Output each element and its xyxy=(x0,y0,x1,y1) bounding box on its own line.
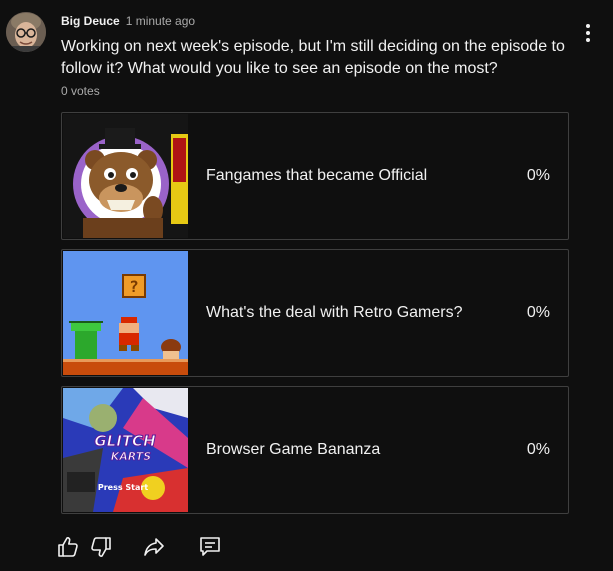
poll-option-3[interactable]: GLITCH KARTS Press Start Browser Game Ba… xyxy=(61,386,569,514)
poll-option-2[interactable]: ? What's the deal with Retro Gamers? 0% xyxy=(61,249,569,377)
poll-option-percent: 0% xyxy=(526,441,550,458)
avatar[interactable] xyxy=(6,12,46,52)
more-options-icon[interactable] xyxy=(578,22,598,44)
retro-platformer-thumbnail: ? xyxy=(63,251,188,375)
poll-option-label: What's the deal with Retro Gamers? xyxy=(206,304,463,321)
post-timestamp[interactable]: 1 minute ago xyxy=(126,14,195,28)
press-start-text: Press Start xyxy=(98,483,148,492)
share-icon xyxy=(144,538,164,556)
animatronic-bear-thumbnail xyxy=(63,114,188,238)
poll-option-1[interactable]: Fangames that became Official 0% xyxy=(61,112,569,240)
glitch-karts-thumbnail: GLITCH KARTS Press Start xyxy=(63,388,188,512)
comment-button[interactable] xyxy=(198,534,222,560)
share-button[interactable] xyxy=(142,534,166,560)
poll-option-label: Fangames that became Official xyxy=(206,167,428,184)
post-text: Working on next week's episode, but I'm … xyxy=(61,38,565,77)
dislike-button[interactable] xyxy=(89,534,113,560)
thumbs-down-icon xyxy=(91,537,111,557)
glitch-karts-logo-line2: KARTS xyxy=(111,450,152,463)
thumbs-up-icon xyxy=(58,537,78,557)
community-post: Big Deuce 1 minute ago Working on next we… xyxy=(0,0,613,571)
glitch-karts-logo-line1: GLITCH xyxy=(94,432,156,450)
post-header: Big Deuce 1 minute ago xyxy=(61,13,195,29)
poll-option-percent: 0% xyxy=(526,304,550,321)
poll-option-percent: 0% xyxy=(526,167,550,184)
svg-text:?: ? xyxy=(129,277,139,296)
author-name[interactable]: Big Deuce xyxy=(61,14,120,28)
like-button[interactable] xyxy=(56,534,80,560)
vote-count: 0 votes xyxy=(61,84,100,98)
poll-option-label: Browser Game Bananza xyxy=(206,441,381,458)
comment-icon xyxy=(200,537,220,556)
